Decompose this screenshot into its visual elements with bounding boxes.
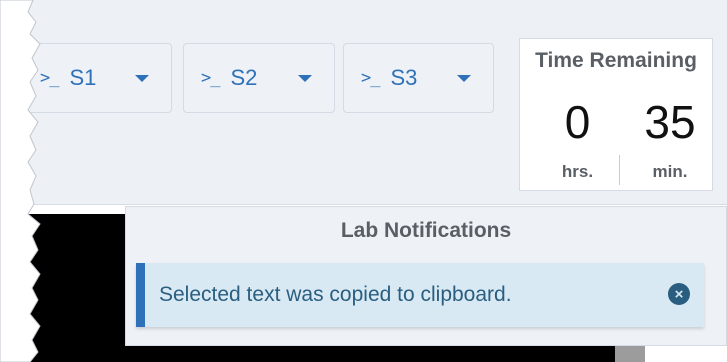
hours-value: 0 <box>564 96 591 148</box>
lab-notifications-panel: Lab Notifications Selected text was copi… <box>125 206 727 346</box>
vm-label: S2 <box>230 65 258 90</box>
vm-button-s3[interactable]: >_ S3 <box>343 43 494 113</box>
notification-alert: Selected text was copied to clipboard. × <box>136 263 704 327</box>
chevron-down-icon <box>135 74 149 82</box>
time-remaining-panel: Time Remaining 0 35 hrs. min. <box>519 38 713 191</box>
notification-message: Selected text was copied to clipboard. <box>159 283 512 306</box>
minutes-value: 35 <box>644 96 696 148</box>
close-circle-icon[interactable]: × <box>668 283 690 305</box>
hours-unit: hrs. <box>561 162 594 181</box>
torn-edge <box>0 0 41 362</box>
chevron-down-icon <box>298 74 312 82</box>
vm-label: S3 <box>390 65 418 90</box>
vm-label: S1 <box>69 65 97 90</box>
vm-button-s2[interactable]: >_ S2 <box>183 43 335 113</box>
terminal-prompt-icon: >_ <box>361 68 381 88</box>
minutes-unit: min. <box>652 162 688 181</box>
terminal-prompt-icon: >_ <box>201 68 221 88</box>
notifications-title: Lab Notifications <box>340 219 512 242</box>
chevron-down-icon <box>457 74 471 82</box>
toolbar: >_ S1 >_ S2 >_ S3 Time Remaining 0 35 hr… <box>0 0 727 205</box>
time-remaining-title: Time Remaining <box>535 49 697 72</box>
